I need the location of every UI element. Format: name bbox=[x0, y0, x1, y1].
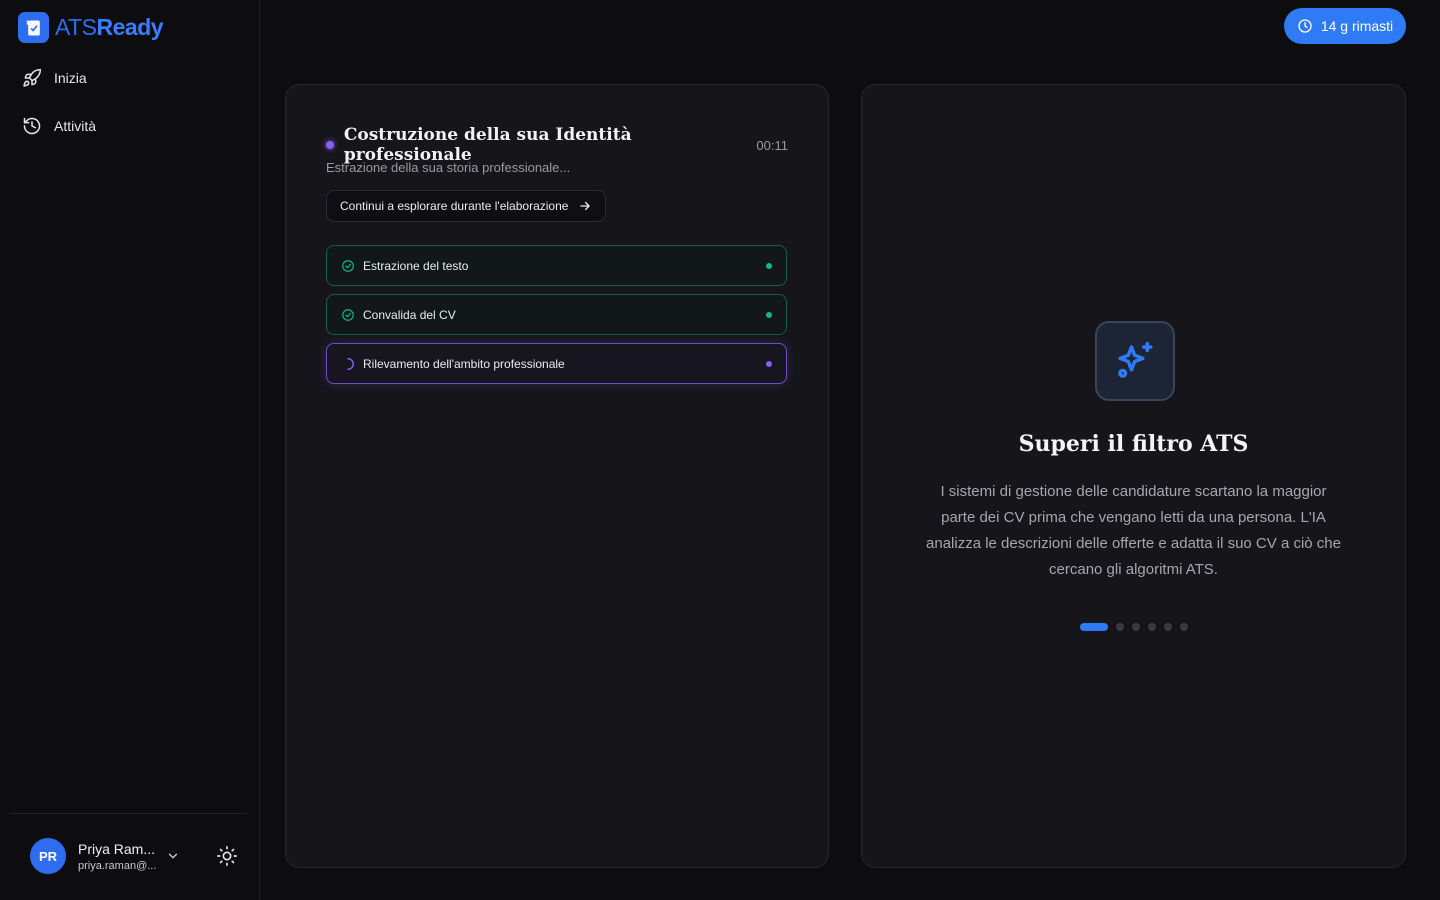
feature-carousel: Superi il filtro ATS I sistemi di gestio… bbox=[861, 84, 1406, 868]
sidebar: ATSReady Inizia Attività PR Priya Ram...… bbox=[0, 0, 260, 900]
carousel-dot-5[interactable] bbox=[1164, 623, 1172, 631]
step-label: Estrazione del testo bbox=[363, 258, 469, 273]
sidebar-item-label: Attività bbox=[54, 118, 97, 134]
sparkles-icon bbox=[1118, 341, 1153, 378]
step-item: Convalida del CV bbox=[326, 294, 787, 335]
trial-days-badge[interactable]: 14 g rimasti bbox=[1284, 8, 1406, 44]
user-info: Priya Ram... priya.raman@... bbox=[78, 841, 156, 872]
processing-title: Costruzione della sua Identità professio… bbox=[343, 125, 632, 165]
logo-text-ats: ATS bbox=[55, 14, 97, 40]
app-logo[interactable]: ATSReady bbox=[18, 12, 164, 43]
continue-exploring-label: Continui a esplorare durante l'elaborazi… bbox=[340, 199, 569, 213]
spinner-icon bbox=[347, 357, 354, 370]
processing-subtitle: Estrazione della sua storia professional… bbox=[326, 160, 571, 175]
step-status-dot bbox=[766, 311, 772, 318]
clock-icon bbox=[1298, 19, 1312, 33]
logo-text-ready: Ready bbox=[96, 14, 164, 40]
continue-exploring-button[interactable]: Continui a esplorare durante l'elaborazi… bbox=[326, 190, 607, 222]
feature-icon-box bbox=[1095, 321, 1175, 401]
carousel-dot-4[interactable] bbox=[1148, 623, 1156, 631]
processing-panel: Costruzione della sua Identità professio… bbox=[285, 84, 829, 868]
check-circle-icon bbox=[342, 308, 354, 321]
step-item: Rilevamento dell'ambito professionale bbox=[326, 343, 787, 384]
sidebar-divider bbox=[10, 813, 247, 814]
step-status-dot bbox=[766, 262, 772, 269]
sidebar-item-label: Inizia bbox=[54, 70, 87, 86]
step-status-dot bbox=[766, 360, 772, 367]
user-name: Priya Ram... bbox=[78, 840, 156, 857]
carousel-pagination bbox=[1080, 623, 1188, 631]
sidebar-item-inizia[interactable]: Inizia bbox=[22, 68, 87, 88]
user-email: priya.raman@... bbox=[78, 859, 156, 872]
history-icon bbox=[23, 117, 41, 135]
feature-title: Superi il filtro ATS bbox=[1018, 431, 1249, 457]
step-label: Convalida del CV bbox=[363, 307, 456, 322]
sun-icon[interactable] bbox=[216, 845, 238, 867]
trial-days-label: 14 g rimasti bbox=[1320, 18, 1394, 34]
processing-timer: 00:11 bbox=[756, 137, 788, 153]
processing-header: Costruzione della sua Identità professio… bbox=[326, 125, 788, 165]
user-menu[interactable]: PR Priya Ram... priya.raman@... bbox=[30, 838, 180, 874]
avatar: PR bbox=[30, 838, 66, 874]
carousel-dot-6[interactable] bbox=[1180, 623, 1188, 631]
logo-text: ATSReady bbox=[55, 14, 164, 41]
arrow-right-icon bbox=[580, 201, 591, 211]
feature-description: I sistemi di gestione delle candidature … bbox=[926, 483, 1341, 578]
step-item: Estrazione del testo bbox=[326, 245, 787, 286]
carousel-dot-2[interactable] bbox=[1116, 623, 1124, 631]
rocket-icon bbox=[23, 68, 42, 87]
logo-icon bbox=[18, 12, 49, 43]
sidebar-item-attivita[interactable]: Attività bbox=[22, 116, 96, 136]
processing-indicator bbox=[326, 141, 334, 149]
chevron-down-icon[interactable] bbox=[166, 849, 180, 863]
carousel-dot-3[interactable] bbox=[1132, 623, 1140, 631]
check-circle-icon bbox=[342, 259, 354, 272]
carousel-dot-1[interactable] bbox=[1080, 623, 1108, 631]
step-label: Rilevamento dell'ambito professionale bbox=[363, 356, 565, 371]
